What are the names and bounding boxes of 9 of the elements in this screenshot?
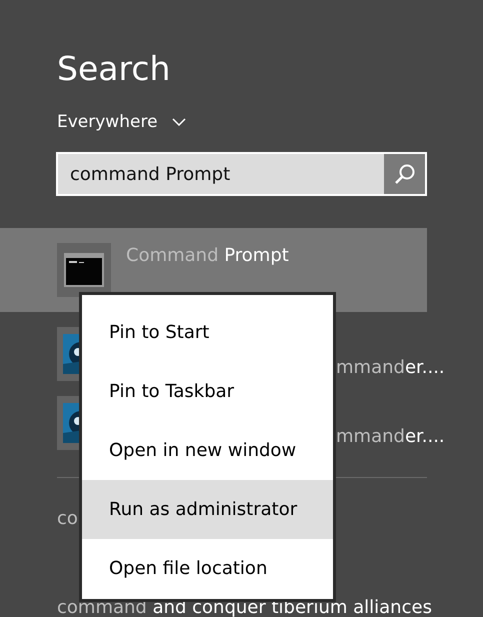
- result-title: mmander....: [336, 426, 445, 448]
- result-title: mmander....: [336, 357, 445, 378]
- scope-dropdown[interactable]: Everywhere: [57, 112, 158, 132]
- chevron-down-icon[interactable]: [172, 118, 186, 126]
- page-title: Search: [57, 49, 172, 89]
- command-prompt-icon: [64, 253, 104, 288]
- menu-item[interactable]: Run as administrator: [82, 480, 333, 539]
- result-title: Command Prompt: [126, 245, 289, 266]
- search-suggestion[interactable]: command and conquer tiberium alliances: [57, 598, 483, 617]
